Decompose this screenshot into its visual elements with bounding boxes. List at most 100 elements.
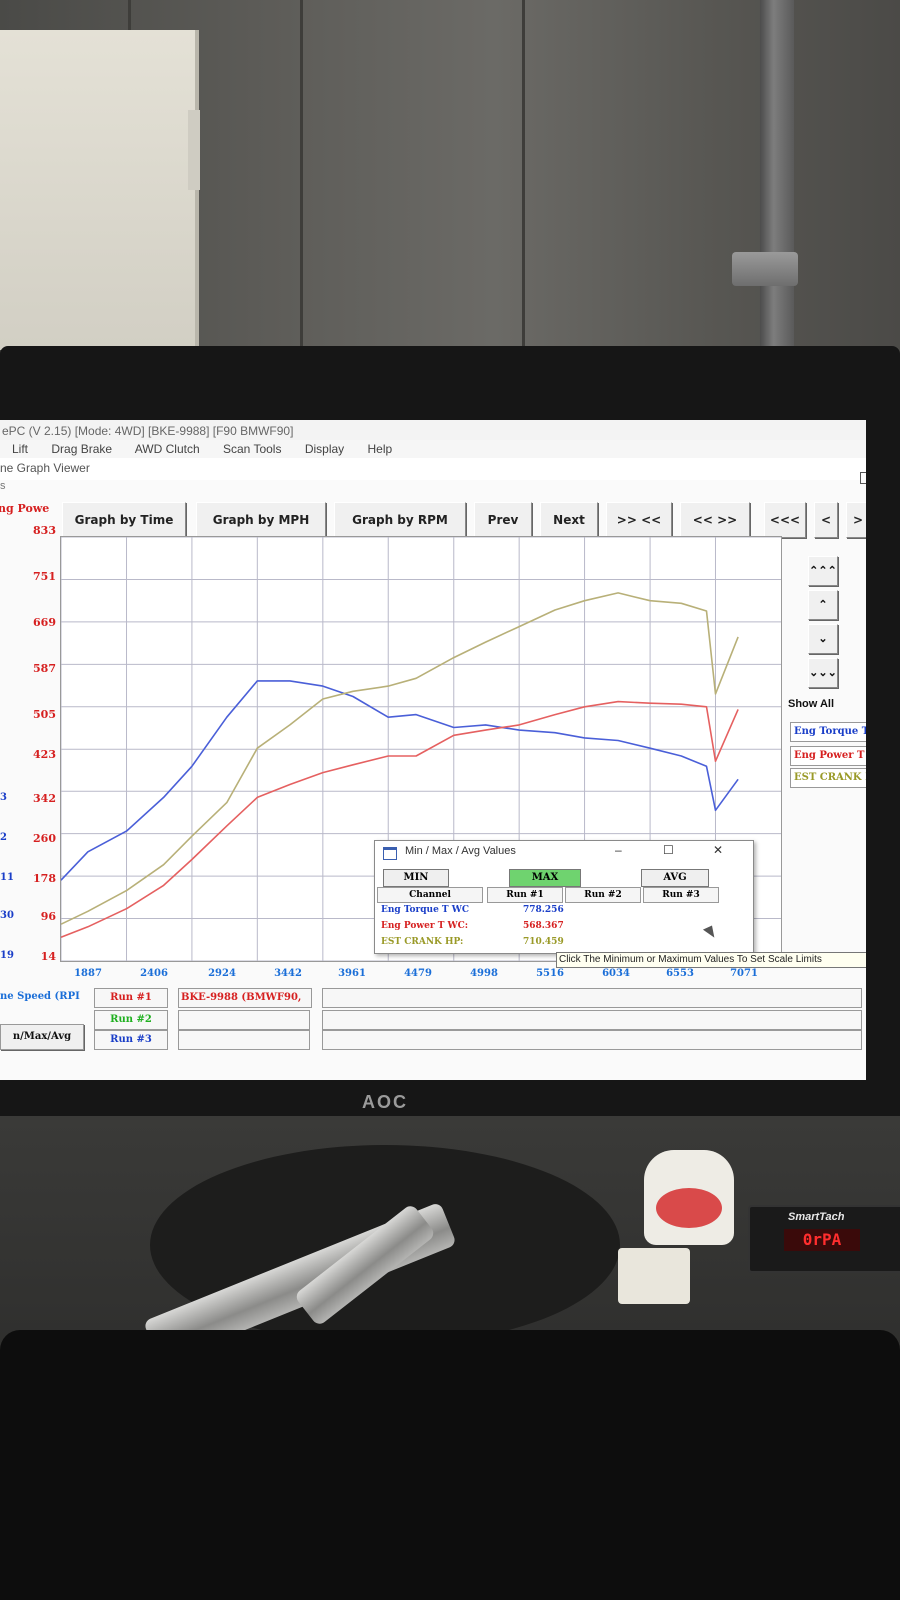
minimize-icon[interactable]: – — [615, 843, 622, 857]
x-tick-label: 6034 — [602, 968, 630, 979]
left-axis-tick: 2 — [0, 832, 7, 843]
min-max-avg-dialog: Min / Max / Avg Values – ☐ ✕ MIN MAX AVG… — [374, 840, 754, 954]
row-channel-torque: Eng Torque T WC — [381, 905, 470, 915]
smarttach-title: SmartTach — [788, 1211, 845, 1223]
left-axis-tick: 11 — [0, 872, 14, 883]
plug — [618, 1248, 690, 1304]
scroll-right-button[interactable]: > — [846, 502, 866, 538]
row-value-torque[interactable]: 778.256 — [523, 905, 593, 915]
maximize-icon[interactable]: ☐ — [663, 843, 674, 857]
x-tick-label: 2924 — [208, 968, 236, 979]
left-axis-tick: 3 — [0, 792, 7, 803]
maximize-button[interactable] — [860, 472, 866, 484]
y-tick-label: 751 — [33, 570, 56, 583]
run1-label[interactable]: Run #1 — [94, 988, 168, 1008]
next-button[interactable]: Next — [540, 502, 598, 538]
run1-name: BKE-9988 (BMWF90, — [178, 988, 312, 1008]
legend-item-crank-hp[interactable]: EST CRANK HP: — [790, 768, 866, 788]
cabinet — [0, 30, 199, 350]
row-value-power[interactable]: 568.367 — [523, 921, 593, 931]
laptop — [0, 1330, 900, 1600]
avg-button[interactable]: AVG — [641, 869, 709, 887]
scroll-far-left-button[interactable]: <<< — [764, 502, 806, 538]
run3-name — [178, 1030, 310, 1050]
run2-label[interactable]: Run #2 — [94, 1010, 168, 1030]
y-tick-label: 587 — [33, 662, 56, 675]
x-tick-label: 7071 — [730, 968, 758, 979]
header-run3: Run #3 — [643, 887, 719, 903]
header-run1: Run #1 — [487, 887, 563, 903]
pipe-clamp — [732, 252, 798, 286]
graph-by-rpm-button[interactable]: Graph by RPM — [334, 502, 466, 538]
window-icon — [383, 847, 397, 860]
scale-up-fast-button[interactable]: ⌃⌃⌃ — [808, 556, 838, 586]
smarttach-device: SmartTach 0rPA — [748, 1205, 900, 1273]
wall-seam — [522, 0, 525, 360]
zoom-in-button[interactable]: >> << — [606, 502, 672, 538]
scale-tooltip: Click The Minimum or Maximum Values To S… — [556, 952, 866, 968]
x-tick-label: 5516 — [536, 968, 564, 979]
x-tick-label: 1887 — [74, 968, 102, 979]
scroll-left-button[interactable]: < — [814, 502, 838, 538]
row-channel-crank-hp: EST CRANK HP: — [381, 937, 464, 947]
min-max-avg-button[interactable]: n/Max/Avg — [0, 1024, 84, 1050]
subwindow-label: s — [0, 480, 6, 492]
y-tick-label: 342 — [33, 792, 56, 805]
legend-item-power[interactable]: Eng Power T WC — [790, 746, 866, 766]
close-icon[interactable]: ✕ — [713, 843, 723, 857]
y-tick-label: 178 — [33, 872, 56, 885]
speed-channel-label: ne Speed (RPI — [0, 991, 80, 1002]
scale-down-fast-button[interactable]: ⌄⌄⌄ — [808, 658, 838, 688]
zoom-out-button[interactable]: << >> — [680, 502, 750, 538]
subwindow-title: ne Graph Viewer — [0, 458, 866, 480]
gauge-face — [656, 1188, 722, 1228]
min-button[interactable]: MIN — [383, 869, 449, 887]
screen: ePC (V 2.15) [Mode: 4WD] [BKE-9988] [F90… — [0, 420, 866, 1080]
monitor-brand-logo: AOC — [362, 1092, 408, 1112]
smarttach-display: 0rPA — [784, 1229, 860, 1251]
x-tick-label: 3442 — [274, 968, 302, 979]
menu-scan-tools[interactable]: Scan Tools — [223, 442, 281, 456]
y-tick-label: 14 — [40, 950, 56, 963]
legend-item-torque[interactable]: Eng Torque T WC — [790, 722, 866, 742]
max-button[interactable]: MAX — [509, 869, 581, 887]
x-tick-label: 4998 — [470, 968, 498, 979]
window-title: ePC (V 2.15) [Mode: 4WD] [BKE-9988] [F90… — [0, 420, 866, 442]
dialog-title: Min / Max / Avg Values — [405, 845, 516, 857]
graph-by-time-button[interactable]: Graph by Time — [62, 502, 186, 538]
scale-up-button[interactable]: ⌃ — [808, 590, 838, 620]
x-tick-label: 2406 — [140, 968, 168, 979]
y-tick-label: 423 — [33, 748, 56, 761]
x-tick-label: 6553 — [666, 968, 694, 979]
graph-by-mph-button[interactable]: Graph by MPH — [196, 502, 326, 538]
run3-label[interactable]: Run #3 — [94, 1030, 168, 1050]
prev-button[interactable]: Prev — [474, 502, 532, 538]
row-channel-power: Eng Power T WC: — [381, 921, 469, 931]
y-tick-label: 833 — [33, 524, 56, 537]
run2-name — [178, 1010, 310, 1030]
run2-info — [322, 1010, 862, 1030]
y-tick-label: 669 — [33, 616, 56, 629]
menu-display[interactable]: Display — [305, 442, 344, 456]
run1-info — [322, 988, 862, 1008]
channel-label: ng Powe — [0, 502, 50, 515]
header-run2: Run #2 — [565, 887, 641, 903]
x-tick-label: 3961 — [338, 968, 366, 979]
y-tick-label: 505 — [33, 708, 56, 721]
x-tick-label: 4479 — [404, 968, 432, 979]
left-axis-tick: 30 — [0, 910, 14, 921]
scale-down-button[interactable]: ⌄ — [808, 624, 838, 654]
menu-drag-brake[interactable]: Drag Brake — [51, 442, 112, 456]
menu-bar: Lift Drag Brake AWD Clutch Scan Tools Di… — [0, 440, 866, 458]
mouse-cursor-icon — [702, 925, 718, 941]
header-channel: Channel — [377, 887, 483, 903]
menu-help[interactable]: Help — [368, 442, 393, 456]
left-axis-tick: 19 — [0, 950, 14, 961]
row-value-crank-hp[interactable]: 710.459 — [523, 937, 593, 947]
y-tick-label: 260 — [33, 832, 56, 845]
menu-lift[interactable]: Lift — [12, 442, 28, 456]
run3-info — [322, 1030, 862, 1050]
menu-awd-clutch[interactable]: AWD Clutch — [135, 442, 200, 456]
cabinet-hinge — [188, 110, 200, 190]
show-all-button[interactable]: Show All — [788, 698, 866, 710]
